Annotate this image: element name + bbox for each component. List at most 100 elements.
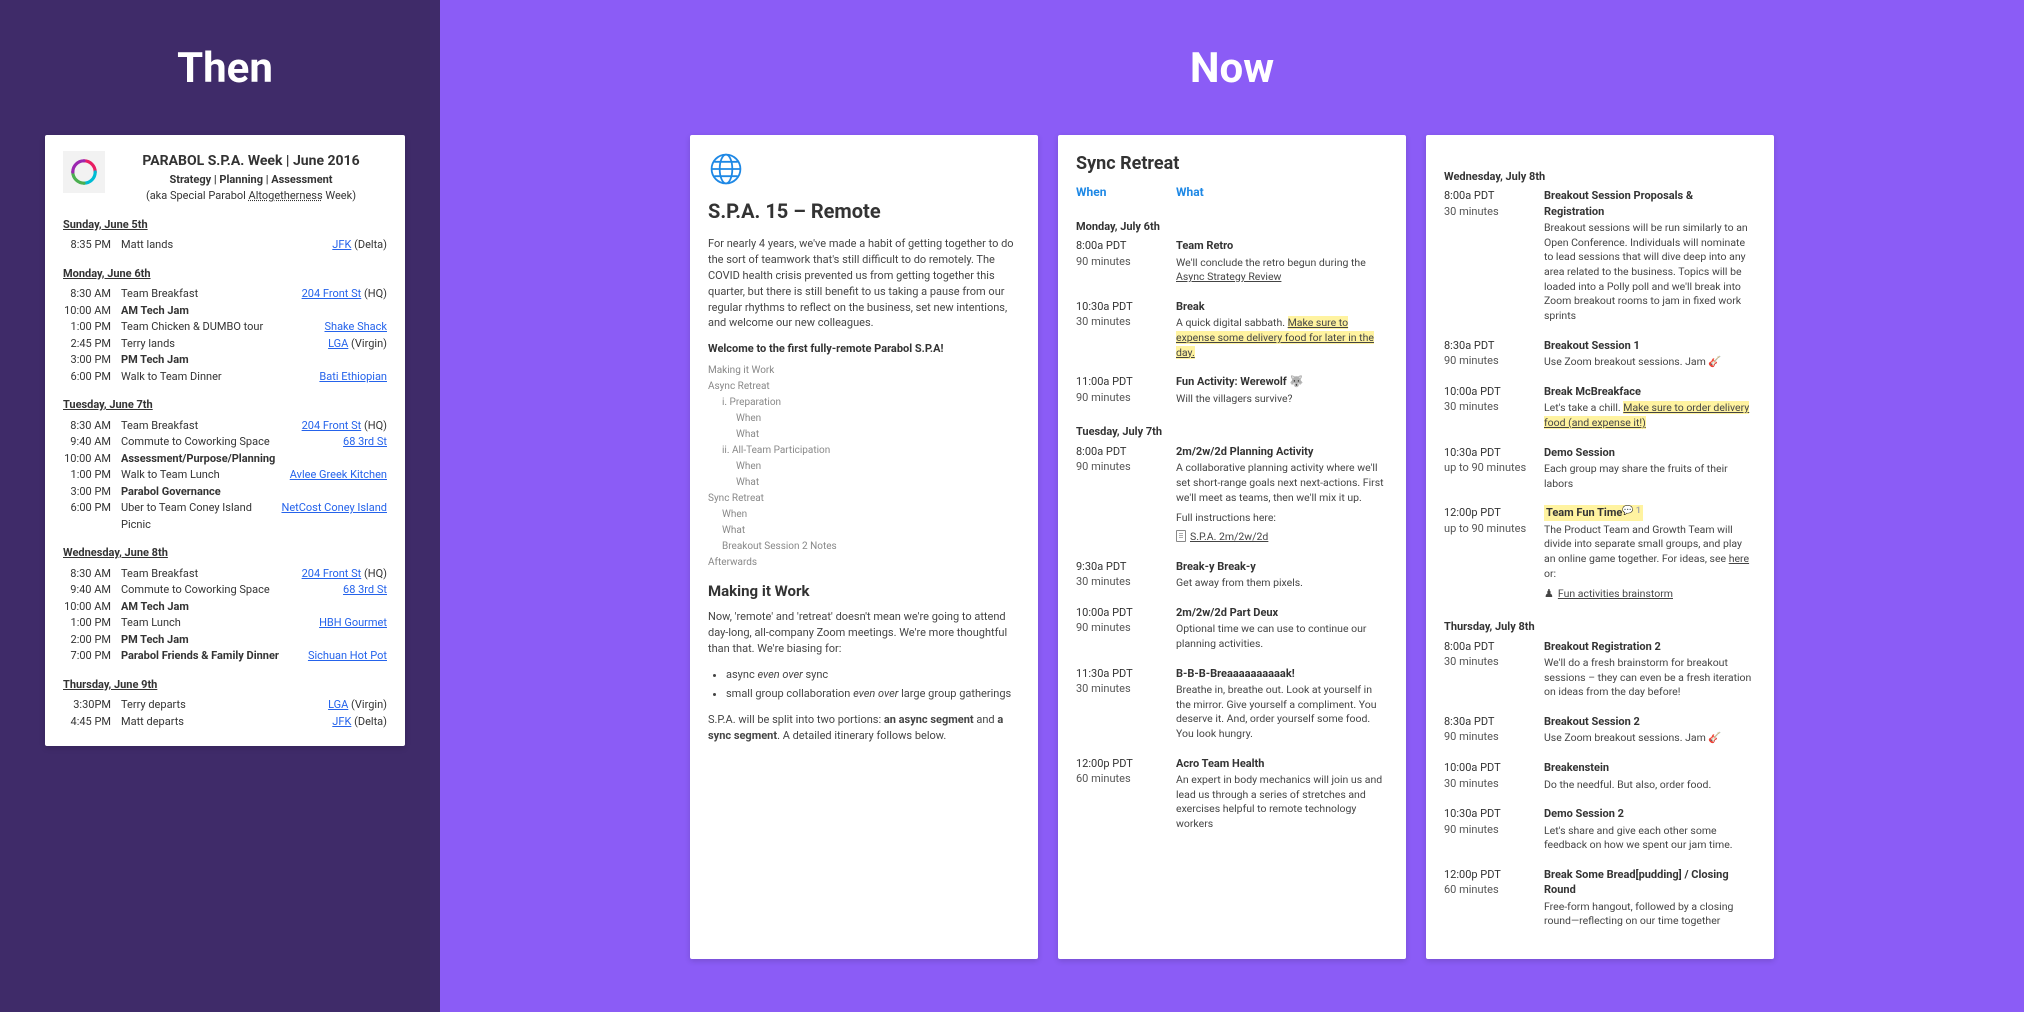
schedule-event: Terry lands	[121, 336, 328, 353]
day-heading: Monday, July 6th	[1076, 219, 1388, 234]
slot-when: 10:00a PDT30 minutes	[1444, 760, 1544, 792]
column-headers: When What	[1076, 184, 1388, 201]
when-header: When	[1076, 184, 1176, 201]
slot-body: A collaborative planning activity where …	[1176, 461, 1388, 505]
schedule-event: Walk to Team Dinner	[121, 369, 319, 386]
day-heading: Wednesday, July 8th	[1444, 169, 1756, 184]
slot-title: Breakout Session 2	[1544, 714, 1756, 729]
location-link[interactable]: Avlee Greek Kitchen	[290, 468, 387, 481]
schedule-time: 4:45 PM	[63, 714, 121, 731]
schedule-row: 8:30 AMTeam Breakfast204 Front St (HQ)	[63, 418, 387, 435]
schedule-event: Assessment/Purpose/Planning	[121, 451, 387, 468]
toc-item[interactable]: Breakout Session 2 Notes	[708, 539, 1020, 555]
agenda-slot: 8:00a PDT90 minutes2m/2w/2d Planning Act…	[1076, 444, 1388, 545]
schedule-event: Team Breakfast	[121, 566, 302, 583]
schedule-time: 9:40 AM	[63, 434, 121, 451]
schedule-time: 1:00 PM	[63, 615, 121, 632]
agenda-slot: 8:30a PDT90 minutesBreakout Session 2Use…	[1444, 714, 1756, 746]
comment-badge[interactable]: 💬 1	[1622, 505, 1641, 518]
toc-item[interactable]: Afterwards	[708, 555, 1020, 571]
agenda-slot: 8:00a PDT90 minutesTeam RetroWe'll concl…	[1076, 238, 1388, 285]
schedule-location: LGA (Virgin)	[328, 336, 387, 353]
day-heading: Wednesday, June 8th	[63, 545, 387, 562]
agenda-slot: 10:30a PDT30 minutesBreakA quick digital…	[1076, 299, 1388, 360]
location-link[interactable]: 204 Front St	[302, 287, 362, 300]
location-link[interactable]: JFK	[332, 238, 351, 251]
toc-item[interactable]: When	[708, 507, 1020, 523]
schedule-row: 3:30PMTerry departsLGA (Virgin)	[63, 697, 387, 714]
location-link[interactable]: HBH Gourmet	[319, 616, 387, 629]
location-link[interactable]: Shake Shack	[324, 320, 387, 333]
schedule-row: 10:00 AMAssessment/Purpose/Planning	[63, 451, 387, 468]
location-link[interactable]: LGA	[328, 698, 348, 711]
schedule-time: 1:00 PM	[63, 319, 121, 336]
slot-when: 11:00a PDT90 minutes	[1076, 374, 1176, 406]
slot-what: Breakout Session 2Use Zoom breakout sess…	[1544, 714, 1756, 746]
schedule-location: Shake Shack	[324, 319, 387, 336]
slot-what: Fun Activity: Werewolf 🐺Will the village…	[1176, 374, 1388, 406]
doc-reference[interactable]: S.P.A. 2m/2w/2d	[1176, 530, 1388, 545]
segments-paragraph: S.P.A. will be split into two portions: …	[708, 712, 1020, 744]
spa15-intro: For nearly 4 years, we've made a habit o…	[708, 236, 1020, 332]
slot-what: Demo Session 2Let's share and give each …	[1544, 806, 1756, 853]
now-panel: Now S.P.A. 15 – Remote For nearly 4 year…	[440, 0, 2024, 1012]
schedule-time: 3:00 PM	[63, 484, 121, 501]
toc-item[interactable]: i. Preparation	[708, 395, 1020, 411]
slot-title: Break Some Bread[pudding] / Closing Roun…	[1544, 867, 1756, 898]
slot-what: Acro Team HealthAn expert in body mechan…	[1176, 756, 1388, 832]
toc-item[interactable]: What	[708, 475, 1020, 491]
toc-item[interactable]: Making it Work	[708, 363, 1020, 379]
slot-title: Break McBreakface	[1544, 384, 1756, 399]
slot-title: Breakout Session Proposals & Registratio…	[1544, 188, 1756, 219]
agenda-slot: 12:00p PDT60 minutesAcro Team HealthAn e…	[1076, 756, 1388, 832]
schedule-time: 8:30 AM	[63, 418, 121, 435]
slot-when: 8:30a PDT90 minutes	[1444, 714, 1544, 746]
location-link[interactable]: 68 3rd St	[343, 435, 387, 448]
agenda-slot: 10:00a PDT30 minutesBreak McBreakfaceLet…	[1444, 384, 1756, 431]
toc-item[interactable]: ii. All-Team Participation	[708, 443, 1020, 459]
slot-when: 10:00a PDT30 minutes	[1444, 384, 1544, 431]
toc-item[interactable]: Async Retreat	[708, 379, 1020, 395]
day-heading: Thursday, July 8th	[1444, 619, 1756, 634]
schedule-row: 3:00 PMParabol Governance	[63, 484, 387, 501]
schedule-event: Parabol Friends & Family Dinner	[121, 648, 308, 665]
slot-body: A quick digital sabbath. Make sure to ex…	[1176, 316, 1388, 360]
toc-item[interactable]: Sync Retreat	[708, 491, 1020, 507]
agenda-slot: 8:30a PDT90 minutesBreakout Session 1Use…	[1444, 338, 1756, 370]
toc-item[interactable]: What	[708, 523, 1020, 539]
schedule-event: Commute to Coworking Space	[121, 434, 343, 451]
schedule-row: 7:00 PMParabol Friends & Family DinnerSi…	[63, 648, 387, 665]
schedule-location: 68 3rd St	[343, 582, 387, 599]
toc-item[interactable]: When	[708, 459, 1020, 475]
slot-title: B-B-B-Breaaaaaaaaaak!	[1176, 666, 1388, 681]
sync-retreat-title: Sync Retreat	[1076, 151, 1388, 176]
location-link[interactable]: Bati Ethiopian	[319, 370, 387, 383]
slot-title: Demo Session	[1544, 445, 1756, 460]
location-link[interactable]: NetCost Coney Island	[281, 501, 387, 514]
location-link[interactable]: Sichuan Hot Pot	[308, 649, 387, 662]
slot-title: 2m/2w/2d Planning Activity	[1176, 444, 1388, 459]
schedule-time: 10:00 AM	[63, 599, 121, 616]
slot-title: Team Fun Time💬 1	[1544, 505, 1643, 520]
day-heading: Monday, June 6th	[63, 266, 387, 283]
slot-body: We'll do a fresh brainstorm for breakout…	[1544, 656, 1756, 700]
slot-when: 12:00p PDTup to 90 minutes	[1444, 505, 1544, 601]
location-link[interactable]: LGA	[328, 337, 348, 350]
inline-link[interactable]: here	[1729, 552, 1749, 565]
location-link[interactable]: 204 Front St	[302, 567, 362, 580]
slot-what: BreakensteinDo the needful. But also, or…	[1544, 760, 1756, 792]
location-link[interactable]: JFK	[332, 715, 351, 728]
spa15-document-card: S.P.A. 15 – Remote For nearly 4 years, w…	[690, 135, 1038, 959]
agenda-slot: 12:00p PDTup to 90 minutesTeam Fun Time💬…	[1444, 505, 1756, 601]
slot-body: An expert in body mechanics will join us…	[1176, 773, 1388, 832]
schedule-row: 9:40 AMCommute to Coworking Space68 3rd …	[63, 582, 387, 599]
schedule-time: 1:00 PM	[63, 467, 121, 484]
toc-item[interactable]: When	[708, 411, 1020, 427]
doc-reference[interactable]: ♟Fun activities brainstorm	[1544, 586, 1756, 602]
slot-what: Demo SessionEach group may share the fru…	[1544, 445, 1756, 492]
schedule-time: 2:00 PM	[63, 632, 121, 649]
location-link[interactable]: 68 3rd St	[343, 583, 387, 596]
inline-link[interactable]: Async Strategy Review	[1176, 270, 1281, 283]
toc-item[interactable]: What	[708, 427, 1020, 443]
location-link[interactable]: 204 Front St	[302, 419, 362, 432]
